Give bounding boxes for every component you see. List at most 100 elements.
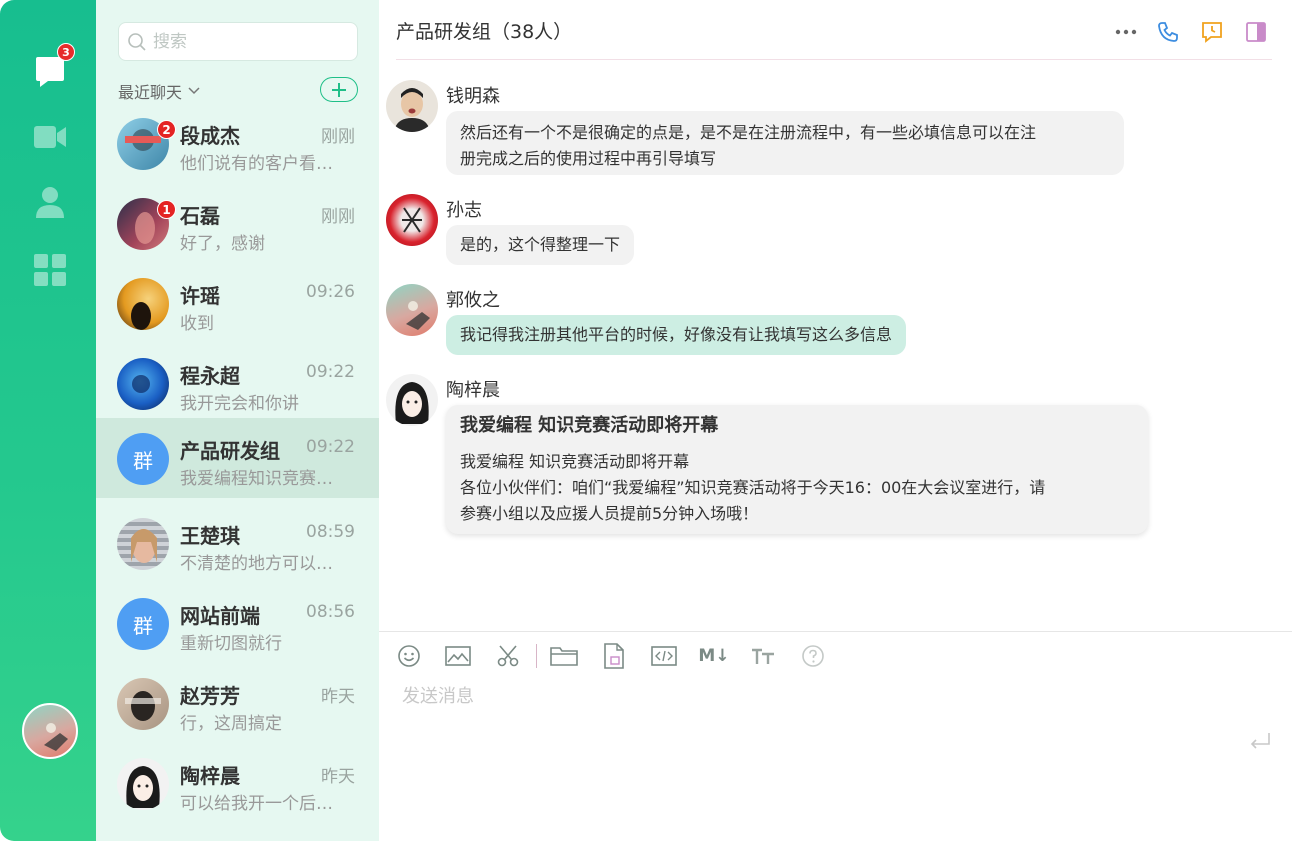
card-line: 我爱编程 知识竞赛活动即将开幕 bbox=[460, 452, 690, 471]
help-button[interactable] bbox=[799, 642, 827, 670]
avatar-image bbox=[44, 723, 68, 751]
call-button[interactable] bbox=[1156, 20, 1180, 44]
smile-icon bbox=[398, 645, 420, 667]
nav-video-button[interactable] bbox=[28, 115, 72, 159]
nav-contacts-button[interactable] bbox=[28, 180, 72, 224]
user-icon bbox=[36, 187, 64, 218]
announcement-card[interactable]: 我爱编程 知识竞赛活动即将开幕 我爱编程 知识竞赛活动即将开幕 各位小伙伴们：咱… bbox=[446, 405, 1148, 534]
conversation-row[interactable]: 2 段成杰 刚刚 他们说有的客户看… bbox=[96, 103, 379, 183]
conversation-name: 许瑶 bbox=[180, 284, 220, 308]
chat-title: 产品研发组（38人） bbox=[396, 21, 573, 43]
avatar bbox=[117, 678, 169, 730]
message-text: 我记得我注册其他平台的时候，好像没有让我填写这么多信息 bbox=[460, 325, 893, 344]
conversation-row[interactable]: 赵芳芳 昨天 行，这周搞定 bbox=[96, 663, 379, 743]
search-input[interactable] bbox=[153, 31, 353, 52]
avatar bbox=[386, 374, 438, 426]
recent-chats-dropdown[interactable]: 最近聊天 bbox=[118, 79, 200, 103]
conversation-preview: 他们说有的客户看… bbox=[180, 154, 333, 174]
add-chat-button[interactable] bbox=[320, 77, 358, 102]
avatar bbox=[117, 278, 169, 330]
message-text: 册完成之后的使用过程中再引导填写 bbox=[460, 149, 717, 168]
image-icon bbox=[445, 646, 471, 666]
conversation-name: 王楚琪 bbox=[180, 524, 240, 548]
more-dots-icon bbox=[1115, 29, 1137, 35]
emoji-button[interactable] bbox=[395, 642, 423, 670]
conversation-time: 刚刚 bbox=[321, 127, 355, 147]
screenshot-button[interactable] bbox=[494, 642, 522, 670]
more-button[interactable] bbox=[1114, 20, 1138, 44]
avatar bbox=[386, 80, 438, 132]
conversation-preview: 行，这周搞定 bbox=[180, 714, 282, 734]
message-sender: 钱明森 bbox=[446, 86, 500, 107]
plus-icon bbox=[332, 82, 346, 97]
clock-message-icon bbox=[1202, 22, 1222, 43]
conversation-time: 09:22 bbox=[306, 437, 355, 457]
conversation-time: 08:59 bbox=[306, 522, 355, 542]
conversation-name: 赵芳芳 bbox=[180, 684, 240, 708]
code-button[interactable] bbox=[650, 642, 678, 670]
text-size-icon bbox=[752, 648, 774, 664]
image-button[interactable] bbox=[444, 642, 472, 670]
message-bubble: 然后还有一个不是很确定的点是，是不是在注册流程中，有一些必填信息可以在注 册完成… bbox=[446, 111, 1124, 175]
conversation-time: 昨天 bbox=[321, 687, 355, 707]
conversation-row[interactable]: 1 石磊 刚刚 好了，感谢 bbox=[96, 183, 379, 263]
conversation-time: 昨天 bbox=[321, 767, 355, 787]
conversation-preview: 我爱编程知识竞赛… bbox=[180, 469, 333, 489]
card-body: 我爱编程 知识竞赛活动即将开幕 各位小伙伴们：咱们“我爱编程”知识竞赛活动将于今… bbox=[460, 449, 1134, 527]
markdown-button[interactable]: M↓ bbox=[698, 642, 730, 670]
card-line: 参赛小组以及应援人员提前5分钟入场哦！ bbox=[460, 504, 759, 523]
document-button[interactable] bbox=[600, 642, 628, 670]
recent-chats-label: 最近聊天 bbox=[118, 83, 183, 102]
conversation-row[interactable]: 程永超 09:22 我开完会和你讲 bbox=[96, 343, 379, 423]
chat-unread-badge: 3 bbox=[57, 43, 75, 61]
history-button[interactable] bbox=[1200, 20, 1224, 44]
self-avatar[interactable] bbox=[22, 703, 78, 759]
conversation-preview: 我开完会和你讲 bbox=[180, 394, 299, 414]
unread-badge: 1 bbox=[157, 200, 176, 219]
header-divider bbox=[396, 59, 1272, 60]
enter-icon bbox=[1250, 733, 1270, 749]
code-icon bbox=[651, 646, 677, 666]
conversation-name: 产品研发组 bbox=[180, 439, 280, 463]
folder-icon bbox=[550, 647, 578, 666]
avatar bbox=[117, 518, 169, 570]
chevron-down-icon bbox=[188, 87, 200, 95]
composer-divider bbox=[379, 631, 1292, 632]
group-avatar: 群 bbox=[117, 598, 169, 650]
conversation-time: 08:56 bbox=[306, 602, 355, 622]
conversation-row[interactable]: 许瑶 09:26 收到 bbox=[96, 263, 379, 343]
conversation-row[interactable]: 陶梓晨 昨天 可以给我开一个后… bbox=[96, 743, 379, 823]
conversation-name: 网站前端 bbox=[180, 604, 260, 628]
message-bubble: 是的，这个得整理一下 bbox=[446, 225, 635, 265]
message-bubble: 我记得我注册其他平台的时候，好像没有让我填写这么多信息 bbox=[446, 315, 907, 355]
toolbar-separator bbox=[536, 644, 537, 668]
grid-icon bbox=[34, 254, 66, 286]
conversation-time: 刚刚 bbox=[321, 207, 355, 227]
conversation-row-active[interactable]: 群 产品研发组 09:22 我爱编程知识竞赛… bbox=[96, 418, 379, 498]
conversation-row[interactable]: 王楚琪 08:59 不清楚的地方可以… bbox=[96, 503, 379, 583]
panel-icon bbox=[1246, 22, 1266, 42]
conversation-row[interactable]: 群 网站前端 08:56 重新切图就行 bbox=[96, 583, 379, 663]
conversation-preview: 重新切图就行 bbox=[180, 634, 282, 654]
text-format-button[interactable] bbox=[749, 642, 777, 670]
message-text: 然后还有一个不是很确定的点是，是不是在注册流程中，有一些必填信息可以在注 bbox=[460, 123, 1037, 142]
search-box[interactable] bbox=[118, 22, 358, 61]
side-panel-button[interactable] bbox=[1244, 20, 1268, 44]
avatar bbox=[117, 358, 169, 410]
send-button[interactable] bbox=[1248, 731, 1272, 753]
message-text: 是的，这个得整理一下 bbox=[460, 235, 621, 254]
scissors-icon bbox=[497, 645, 519, 667]
conversation-preview: 不清楚的地方可以… bbox=[180, 554, 333, 574]
conversation-name: 石磊 bbox=[180, 204, 220, 228]
conversation-name: 陶梓晨 bbox=[180, 764, 240, 788]
conversation-name: 段成杰 bbox=[180, 124, 240, 148]
folder-button[interactable] bbox=[550, 642, 578, 670]
message-sender: 郭攸之 bbox=[446, 290, 500, 311]
conversation-preview: 好了，感谢 bbox=[180, 234, 265, 254]
unread-badge: 2 bbox=[157, 120, 176, 139]
nav-apps-button[interactable] bbox=[28, 248, 72, 292]
message-input[interactable] bbox=[402, 682, 1252, 802]
navigation-rail: 3 bbox=[0, 0, 96, 841]
conversation-name: 程永超 bbox=[180, 364, 240, 388]
conversation-preview: 收到 bbox=[180, 314, 214, 334]
